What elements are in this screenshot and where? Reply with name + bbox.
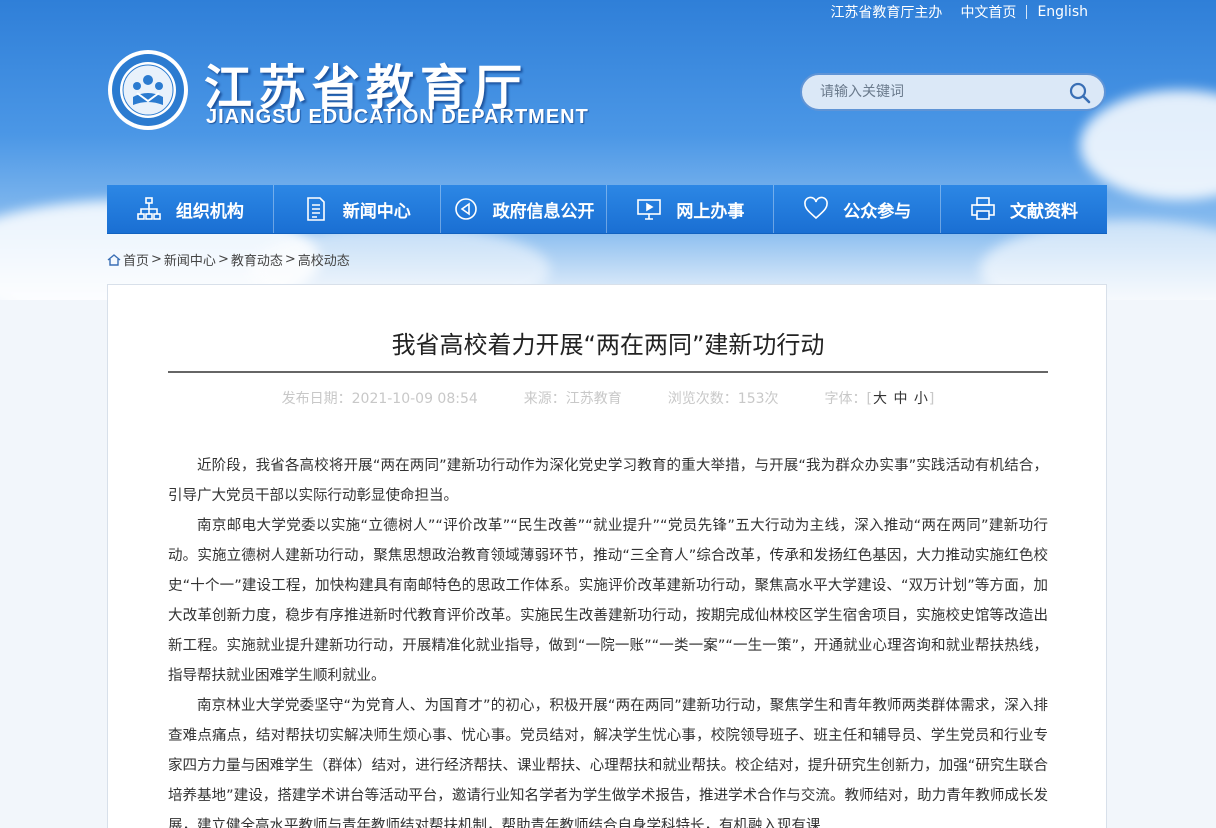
nav-item-label: 网上办事 (676, 201, 745, 222)
announcement-icon (454, 198, 477, 220)
article-paragraph: 南京邮电大学党委以实施“立德树人”“评价改革”“民生改善”“就业提升”“党员先锋… (168, 518, 1048, 684)
host-label: 江苏省教育厅主办 (830, 5, 943, 21)
search-box (800, 73, 1106, 111)
nav-item-label: 新闻中心 (342, 201, 411, 222)
site-title-english: JIANGSU EDUCATION DEPARTMENT (206, 106, 589, 128)
font-large-button[interactable]: 大 (872, 391, 888, 407)
article-paragraph: 南京林业大学党委坚守“为党育人、为国育才”的初心，积极开展“两在两同”建新功行动… (168, 698, 1048, 828)
breadcrumb-separator: > (151, 252, 162, 267)
top-links-bar: 江苏省教育厅主办 中文首页 English (820, 2, 1098, 22)
publish-date: 发布日期：2021-10-09 08:54 (281, 391, 478, 407)
title-divider (168, 371, 1048, 373)
view-count: 浏览次数：153次 (667, 391, 779, 407)
font-size-switcher: 字体：[大 中 小] (825, 388, 935, 408)
font-size-label: 字体：[ (824, 391, 872, 407)
nav-item-label: 文献资料 (1010, 201, 1079, 222)
search-input[interactable] (802, 84, 1052, 100)
main-nav: 组织机构 新闻中心 政府信息公开 网上办事 公众参与 文献资料 (107, 185, 1107, 234)
nav-item-gov-info[interactable]: 政府信息公开 (441, 185, 608, 233)
article-card: 我省高校着力开展“两在两同”建新功行动 发布日期：2021-10-09 08:5… (107, 284, 1107, 828)
breadcrumb-university-news[interactable]: 高校动态 (298, 250, 350, 269)
nav-item-label: 组织机构 (175, 201, 244, 222)
nav-item-label: 政府信息公开 (492, 201, 595, 222)
nav-item-label: 公众参与 (843, 201, 912, 222)
nav-item-news[interactable]: 新闻中心 (274, 185, 441, 233)
font-small-button[interactable]: 小 (913, 391, 929, 407)
article-paragraph: 近阶段，我省各高校将开展“两在两同”建新功行动作为深化党史学习教育的重大举措，与… (168, 458, 1048, 504)
breadcrumb-news-center[interactable]: 新闻中心 (164, 250, 216, 269)
nav-item-organization[interactable]: 组织机构 (107, 185, 274, 233)
breadcrumb: 首页 > 新闻中心 > 教育动态 > 高校动态 (107, 250, 350, 269)
breadcrumb-separator: > (284, 252, 296, 267)
article-source: 来源：江苏教育 (523, 391, 622, 407)
article-body: 近阶段，我省各高校将开展“两在两同”建新功行动作为深化党史学习教育的重大举措，与… (168, 451, 1048, 828)
english-link[interactable]: English (1027, 4, 1098, 20)
org-chart-icon (137, 197, 161, 220)
printer-icon (971, 197, 995, 220)
document-icon (306, 197, 325, 221)
nav-item-public-participation[interactable]: 公众参与 (774, 185, 942, 233)
monitor-icon (637, 199, 662, 220)
font-size-label-close: ] (928, 391, 935, 407)
chinese-home-link[interactable]: 中文首页 (950, 2, 1026, 22)
home-icon (107, 253, 121, 266)
article-title: 我省高校着力开展“两在两同”建新功行动 (391, 331, 825, 359)
nav-item-documents[interactable]: 文献资料 (941, 185, 1107, 233)
breadcrumb-separator: > (217, 252, 229, 267)
font-medium-button[interactable]: 中 (892, 391, 908, 407)
breadcrumb-home[interactable]: 首页 (123, 250, 149, 269)
search-icon[interactable] (1068, 81, 1092, 105)
nav-item-online-services[interactable]: 网上办事 (607, 185, 775, 233)
article-meta: 发布日期：2021-10-09 08:54 来源：江苏教育 浏览次数：153次 … (168, 388, 1048, 408)
logo-emblem-icon[interactable] (107, 49, 189, 131)
breadcrumb-education-news[interactable]: 教育动态 (231, 250, 283, 269)
heart-icon (804, 196, 829, 220)
